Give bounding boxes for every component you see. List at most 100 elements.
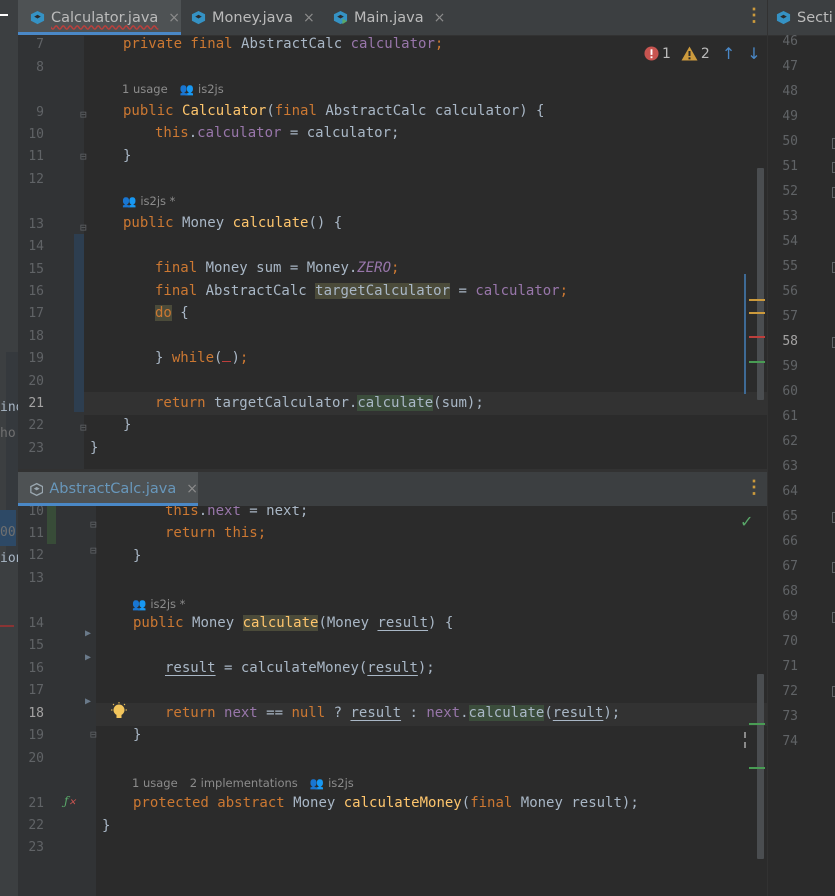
left-strip-text-3: 00: [0, 525, 16, 540]
change-stripe: [744, 274, 746, 394]
previous-highlight-icon[interactable]: ↑: [722, 44, 735, 63]
top-editor[interactable]: 7 8 9 10 11 12 13 14 15 16 17 18 19 20 21 22 23 ⊟ ⊟ ⊟ ⊟ …: [18, 36, 767, 469]
menu-dash-icon[interactable]: [0, 14, 8, 16]
ok-mark: [749, 723, 765, 725]
code-line: }: [90, 440, 99, 456]
tab-money-java[interactable]: Money.java ×: [181, 0, 323, 35]
line-number: 22: [28, 418, 44, 433]
implemented-method-icon[interactable]: ƒ✕: [64, 794, 76, 808]
line-number: 72: [782, 684, 798, 699]
line-number: 10: [28, 506, 44, 519]
code-line: }: [133, 727, 142, 743]
java-runnable-class-icon: [333, 10, 348, 25]
close-icon[interactable]: ×: [303, 10, 315, 26]
line-number: 47: [782, 59, 798, 74]
left-strip-text-1: ino: [0, 400, 18, 415]
line-number: 17: [28, 683, 44, 698]
line-number: 16: [28, 284, 44, 299]
fold-icon[interactable]: ⊟: [80, 421, 87, 434]
inspection-widget[interactable]: 1 2 ↑ ↓: [644, 44, 761, 63]
no-problems-icon[interactable]: ✓: [740, 512, 753, 531]
line-number: 54: [782, 234, 798, 249]
close-icon[interactable]: ×: [186, 481, 198, 497]
change-stripe: [744, 742, 746, 748]
tab-main-java[interactable]: Main.java ×: [323, 0, 463, 35]
fold-icon[interactable]: ⊟: [80, 221, 87, 234]
line-number: 13: [28, 217, 44, 232]
close-icon[interactable]: ×: [434, 10, 446, 26]
line-number: 73: [782, 709, 798, 724]
implemented-arrow-icon[interactable]: ▶: [85, 652, 91, 663]
bottom-tab-bar: AbstractCalc.java × ⋮: [18, 472, 767, 507]
fold-icon[interactable]: ⊟: [90, 728, 97, 741]
left-strip-text-2: ho: [0, 426, 16, 441]
implemented-arrow-icon[interactable]: ▶: [85, 696, 91, 707]
line-number: 20: [28, 374, 44, 389]
line-number: 55: [782, 259, 798, 274]
change-marker: [74, 234, 84, 412]
fold-icon[interactable]: ⊟: [90, 518, 97, 531]
fold-icon[interactable]: ⊟: [80, 150, 87, 163]
tab-label: Secti: [797, 9, 833, 26]
line-number: 51: [782, 159, 798, 174]
tab-section[interactable]: Secti: [776, 0, 833, 35]
line-number: 16: [28, 661, 44, 676]
usages-hint[interactable]: 1 usage 👥 is2js: [122, 82, 224, 96]
author-hint[interactable]: 👥 is2js *: [122, 194, 175, 208]
split-divider[interactable]: [18, 469, 767, 472]
close-icon[interactable]: ×: [168, 10, 180, 26]
code-line: }: [133, 548, 142, 564]
code-line: }: [123, 417, 132, 433]
line-number: 12: [28, 548, 44, 563]
person-icon: 👥: [309, 776, 325, 790]
implemented-arrow-icon[interactable]: ▶: [85, 628, 91, 639]
line-number: 46: [782, 34, 798, 49]
line-number: 10: [28, 127, 44, 142]
line-number: 23: [28, 441, 44, 456]
code-line: } while();: [155, 350, 249, 366]
more-options-icon[interactable]: ⋮: [745, 479, 763, 497]
code-line: public Calculator(final AbstractCalc cal…: [123, 103, 545, 119]
person-icon: 👥: [179, 82, 195, 96]
tab-calculator-java[interactable]: Calculator.java ×: [18, 0, 181, 35]
line-number: 19: [28, 351, 44, 366]
right-split-editor[interactable]: Secti 46 47 48 49 50 51 52 53 54 55 56 57 58 59 60 61 62…: [767, 0, 835, 896]
code-line: }: [123, 148, 132, 164]
warning-count: 2: [700, 45, 710, 62]
next-highlight-icon[interactable]: ↓: [747, 44, 760, 63]
line-number: 49: [782, 109, 798, 124]
left-strip-text-4: ion: [0, 551, 18, 566]
line-number: 53: [782, 209, 798, 224]
code-line: return targetCalculator.calculate(sum);: [155, 395, 484, 411]
line-number: 12: [28, 172, 44, 187]
line-number: 68: [782, 584, 798, 599]
person-icon: 👥: [132, 597, 147, 611]
code-line: public Money calculate() {: [123, 215, 343, 231]
ok-mark: [749, 361, 765, 363]
left-error-mark: [0, 625, 14, 627]
abstract-class-icon: [30, 482, 44, 496]
usages-hint[interactable]: 1 usage 2 implementations 👥 is2js: [132, 776, 354, 790]
line-number: 21: [28, 796, 44, 811]
line-number: 18: [28, 706, 44, 721]
line-number: 65: [782, 509, 798, 524]
warning-mark: [749, 299, 765, 301]
code-line: return this;: [165, 525, 267, 541]
more-options-icon[interactable]: ⋮: [745, 7, 763, 25]
line-number: 13: [28, 571, 44, 586]
fold-icon[interactable]: ⊟: [90, 544, 97, 557]
top-tab-bar: Calculator.java × Money.java × Main.java…: [18, 0, 767, 36]
scrollbar-thumb[interactable]: [757, 168, 764, 400]
tab-abstractcalc-java[interactable]: AbstractCalc.java ×: [18, 472, 198, 506]
lightbulb-icon[interactable]: [110, 702, 128, 722]
bottom-editor[interactable]: 10 11 12 13 14 15 16 17 18 19 20 21 22 23 ▶ ▶ ▶ ƒ✕ ⊟ …: [18, 506, 767, 896]
code-line: protected abstract Money calculateMoney(…: [133, 795, 639, 811]
line-number: 11: [28, 149, 44, 164]
author-hint[interactable]: 👥 is2js *: [132, 597, 185, 611]
line-number: 63: [782, 459, 798, 474]
line-number: 60: [782, 384, 798, 399]
line-number: 23: [28, 840, 44, 855]
line-number: 67: [782, 559, 798, 574]
fold-icon[interactable]: ⊟: [80, 108, 87, 121]
error-icon: [644, 46, 659, 61]
